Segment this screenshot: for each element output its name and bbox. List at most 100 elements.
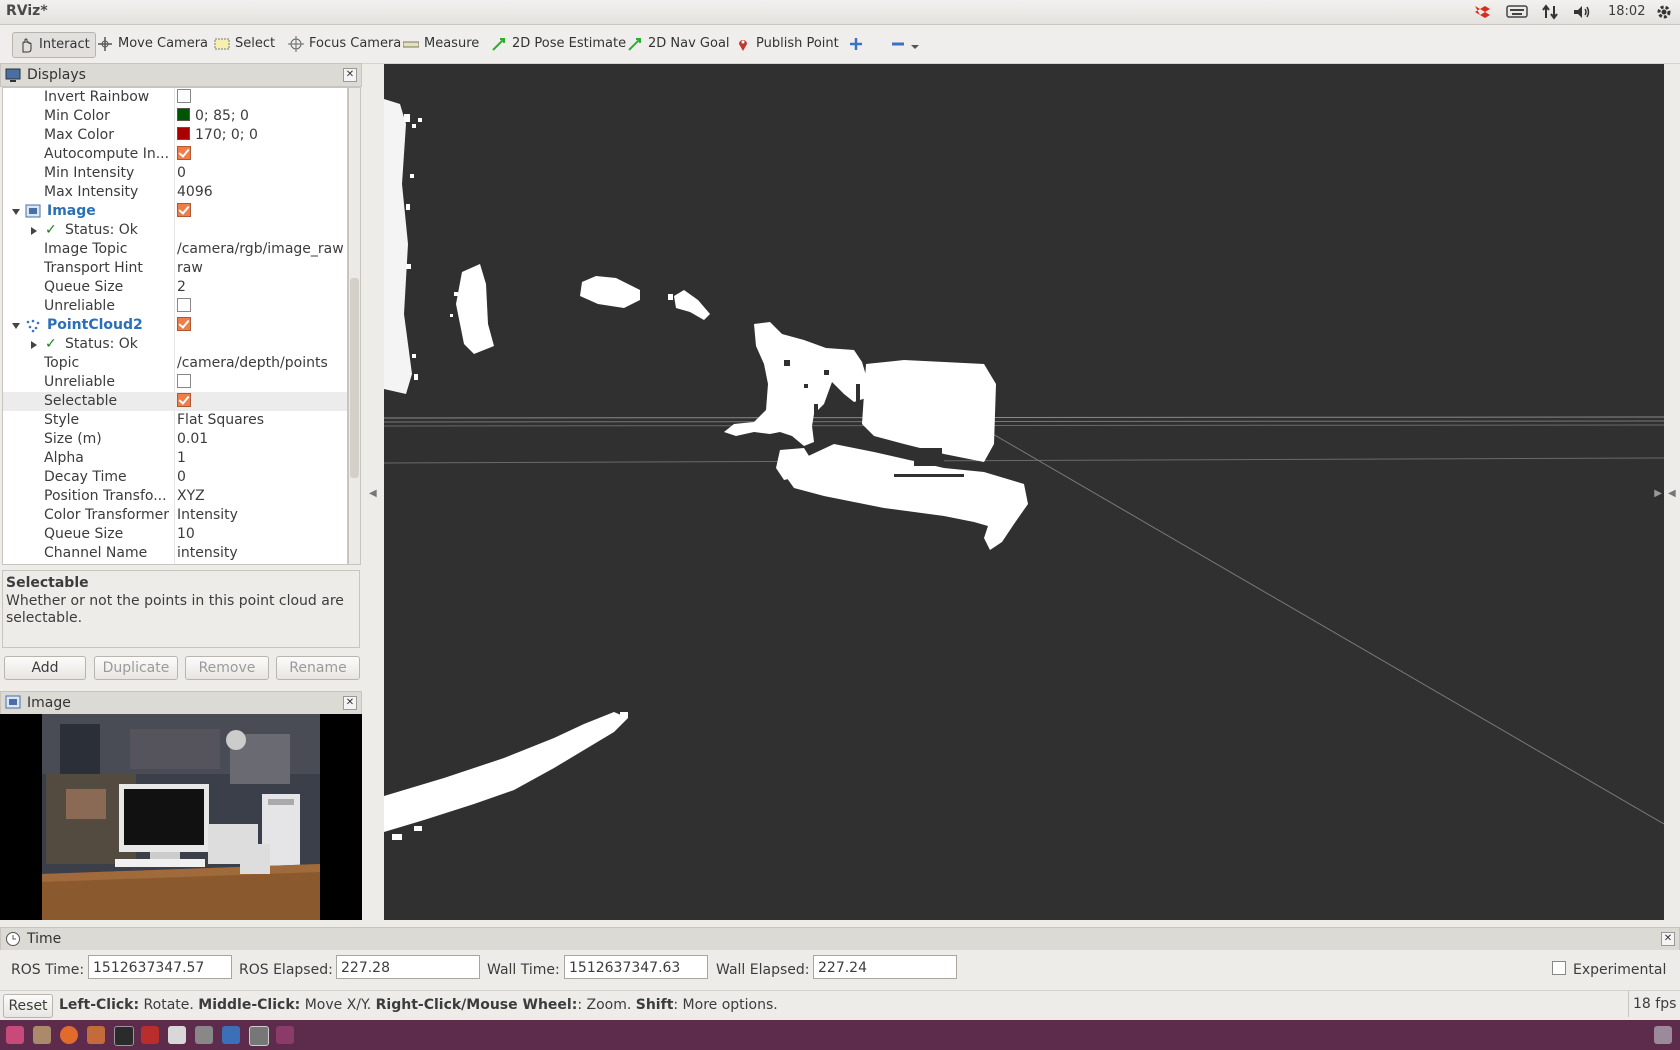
terminal-icon[interactable] <box>114 1026 134 1046</box>
app-icon[interactable] <box>141 1026 159 1044</box>
row-topic[interactable]: Topic /camera/depth/points <box>3 354 347 373</box>
collapse-left-arrow-icon[interactable]: ◀ <box>369 488 377 499</box>
app-icon[interactable] <box>168 1026 186 1044</box>
min-color-value[interactable]: 0; 85; 0 <box>177 107 249 126</box>
dock-splitter[interactable]: ◀ <box>364 64 382 920</box>
row-selectable[interactable]: Selectable <box>3 392 347 411</box>
row-size[interactable]: Size (m) 0.01 <box>3 430 347 449</box>
row-value[interactable]: Flat Squares <box>177 411 264 430</box>
focus-camera-tool-button[interactable]: Focus Camera <box>283 32 406 56</box>
row-value[interactable]: raw <box>177 259 203 278</box>
close-icon[interactable]: ✕ <box>1661 932 1675 946</box>
row-value[interactable]: 0.01 <box>177 430 208 449</box>
dropbox-icon[interactable] <box>1472 2 1490 20</box>
row-value[interactable]: /camera/rgb/image_raw <box>177 240 344 259</box>
tree-scrollbar-thumb[interactable] <box>350 278 359 478</box>
experimental-checkbox[interactable] <box>1552 961 1566 975</box>
row-invert-rainbow[interactable]: Invert Rainbow <box>3 88 347 107</box>
expand-arrow-icon[interactable] <box>12 209 20 215</box>
row-style[interactable]: Style Flat Squares <box>3 411 347 430</box>
row-value[interactable]: 10 <box>177 525 195 544</box>
row-position-transformer[interactable]: Position Transfo... XYZ <box>3 487 347 506</box>
row-image-topic[interactable]: Image Topic /camera/rgb/image_raw <box>3 240 347 259</box>
row-value[interactable]: /camera/depth/points <box>177 354 328 373</box>
select-tool-button[interactable]: Select <box>209 32 280 56</box>
firefox-icon[interactable] <box>60 1026 78 1044</box>
right-dock-splitter[interactable]: ◀ <box>1664 64 1680 920</box>
row-alpha[interactable]: Alpha 1 <box>3 449 347 468</box>
ros-elapsed-field[interactable]: 227.28 <box>336 955 480 979</box>
app-icon[interactable] <box>276 1026 294 1044</box>
tree-scrollbar-track[interactable] <box>348 87 361 565</box>
files-icon[interactable] <box>33 1026 51 1044</box>
autocompute-checkbox[interactable] <box>177 145 191 160</box>
row-decay-time[interactable]: Decay Time 0 <box>3 468 347 487</box>
measure-tool-button[interactable]: Measure <box>398 32 484 56</box>
move-camera-tool-button[interactable]: Move Camera <box>92 32 213 56</box>
image-enabled-checkbox[interactable] <box>177 202 191 217</box>
row-max-intensity[interactable]: Max Intensity 4096 <box>3 183 347 202</box>
row-pointcloud-display[interactable]: PointCloud2 <box>3 316 347 335</box>
row-value[interactable]: Intensity <box>177 506 238 525</box>
editor-icon[interactable] <box>222 1026 240 1044</box>
publish-point-tool-button[interactable]: Publish Point <box>730 32 844 56</box>
row-channel-name[interactable]: Channel Name intensity <box>3 544 347 563</box>
row-color-transformer[interactable]: Color Transformer Intensity <box>3 506 347 525</box>
keyboard-icon[interactable] <box>1506 4 1528 20</box>
close-icon[interactable]: ✕ <box>343 68 357 82</box>
volume-icon[interactable] <box>1572 3 1592 21</box>
row-min-intensity[interactable]: Min Intensity 0 <box>3 164 347 183</box>
row-value[interactable]: 4096 <box>177 183 213 202</box>
row-max-color[interactable]: Max Color 170; 0; 0 <box>3 126 347 145</box>
expand-arrow-icon[interactable] <box>12 323 20 329</box>
expand-right-arrow-icon[interactable]: ◀ <box>1668 488 1676 499</box>
interact-tool-button[interactable]: Interact <box>12 32 96 58</box>
nav-goal-tool-button[interactable]: 2D Nav Goal <box>622 32 735 56</box>
row-transport-hint[interactable]: Transport Hint raw <box>3 259 347 278</box>
network-icon[interactable] <box>1541 3 1559 21</box>
duplicate-button[interactable]: Duplicate <box>94 656 178 680</box>
wall-elapsed-field[interactable]: 227.24 <box>813 955 957 979</box>
rviz-icon[interactable] <box>249 1026 269 1046</box>
row-value[interactable]: 2 <box>177 278 186 297</box>
selectable-checkbox[interactable] <box>177 392 191 407</box>
row-unreliable[interactable]: Unreliable <box>3 297 347 316</box>
collapse-right-arrow-icon[interactable]: ▶ <box>1654 488 1662 499</box>
clock[interactable]: 18:02 <box>1608 4 1645 19</box>
settings-app-icon[interactable] <box>87 1026 105 1044</box>
unreliable-checkbox[interactable] <box>177 297 191 312</box>
row-image-status[interactable]: ✓ Status: Ok <box>3 221 347 240</box>
row-pointcloud-status[interactable]: ✓ Status: Ok <box>3 335 347 354</box>
pc-unreliable-checkbox[interactable] <box>177 373 191 388</box>
row-image-display[interactable]: Image <box>3 202 347 221</box>
reset-button[interactable]: Reset <box>3 994 53 1018</box>
row-pc-unreliable[interactable]: Unreliable <box>3 373 347 392</box>
row-value[interactable]: 0 <box>177 468 186 487</box>
checkbox-unchecked[interactable] <box>177 88 191 103</box>
add-tool-button[interactable] <box>843 32 869 56</box>
pointcloud-enabled-checkbox[interactable] <box>177 316 191 331</box>
rename-button[interactable]: Rename <box>276 656 360 680</box>
row-value[interactable]: 1 <box>177 449 186 468</box>
max-color-value[interactable]: 170; 0; 0 <box>177 126 258 145</box>
row-min-color[interactable]: Min Color 0; 85; 0 <box>3 107 347 126</box>
row-value[interactable]: intensity <box>177 544 238 563</box>
remove-tool-dropdown[interactable] <box>885 32 924 56</box>
row-value[interactable]: XYZ <box>177 487 205 506</box>
settings-gear-icon[interactable] <box>1655 3 1673 21</box>
color-swatch[interactable] <box>177 108 190 121</box>
wall-time-field[interactable]: 1512637347.63 <box>564 955 708 979</box>
expand-arrow-icon[interactable] <box>31 341 37 349</box>
add-button[interactable]: Add <box>4 656 86 680</box>
close-icon[interactable]: ✕ <box>343 696 357 710</box>
row-queue-size[interactable]: Queue Size 2 <box>3 278 347 297</box>
row-value[interactable]: 0 <box>177 164 186 183</box>
invert-rainbow-checkbox[interactable] <box>177 88 191 107</box>
row-autocompute[interactable]: Autocompute In... <box>3 145 347 164</box>
pose-estimate-tool-button[interactable]: 2D Pose Estimate <box>486 32 631 56</box>
viewer-icon[interactable] <box>195 1026 213 1044</box>
remove-button[interactable]: Remove <box>185 656 269 680</box>
ros-time-field[interactable]: 1512637347.57 <box>88 955 232 979</box>
3d-render-viewport[interactable]: ▶ <box>383 64 1665 920</box>
row-pc-queue-size[interactable]: Queue Size 10 <box>3 525 347 544</box>
